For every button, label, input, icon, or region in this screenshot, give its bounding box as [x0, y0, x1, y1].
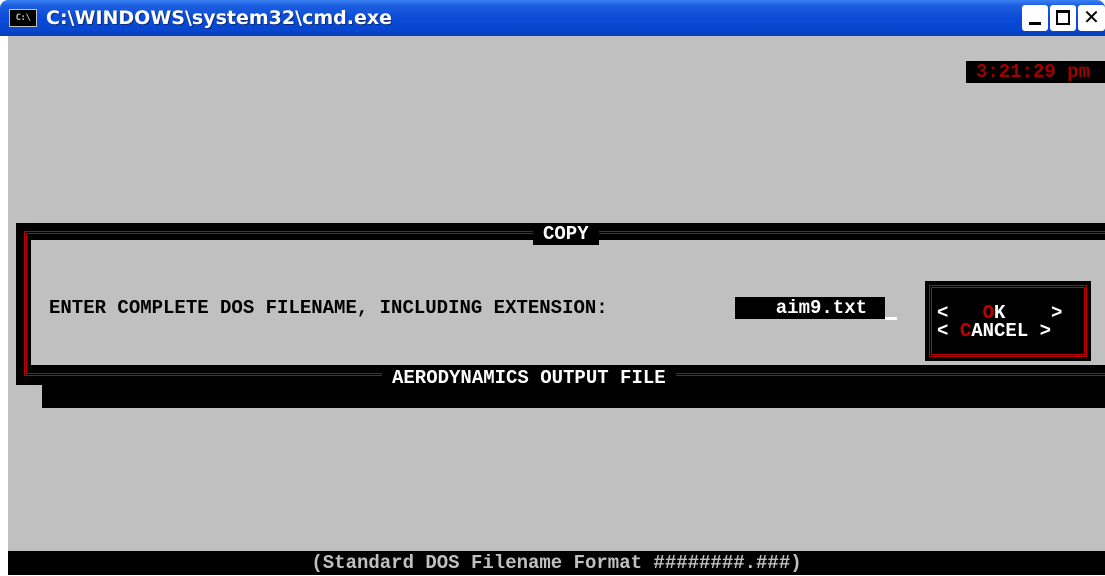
copy-dialog: ENTER COMPLETE DOS FILENAME, INCLUDING E… [16, 223, 1105, 385]
dialog-title: COPY [533, 223, 599, 245]
section-title: AERODYNAMICS OUTPUT FILE [382, 367, 676, 389]
filename-prompt: ENTER COMPLETE DOS FILENAME, INCLUDING E… [49, 297, 608, 319]
status-bar: (Standard DOS Filename Format ########.#… [8, 551, 1105, 575]
filename-input[interactable]: aim9.txt [735, 297, 885, 319]
dialog-body: ENTER COMPLETE DOS FILENAME, INCLUDING E… [31, 240, 1105, 365]
window-title: C:\WINDOWS\system32\cmd.exe [46, 7, 392, 29]
minimize-icon [1029, 22, 1041, 25]
cmd-icon[interactable]: C:\ [9, 9, 37, 27]
maximize-button[interactable] [1050, 5, 1076, 31]
close-icon: ✕ [1083, 5, 1100, 29]
close-button[interactable]: ✕ [1078, 5, 1105, 31]
button-panel: < OK > < CANCEL > [925, 281, 1091, 361]
maximize-icon [1056, 10, 1070, 25]
console-area: 3:21:29 pm ENTER COMPLETE DOS FILENAME, … [8, 36, 1105, 575]
status-text: (Standard DOS Filename Format ########.#… [311, 552, 802, 574]
minimize-button[interactable] [1022, 5, 1048, 31]
text-cursor [885, 317, 897, 320]
clock: 3:21:29 pm [966, 61, 1105, 83]
cancel-hotkey: C [959, 320, 972, 342]
cancel-button[interactable]: < CANCEL > [937, 321, 1051, 341]
window-title-bar[interactable]: C:\ C:\WINDOWS\system32\cmd.exe ✕ [0, 0, 1105, 36]
